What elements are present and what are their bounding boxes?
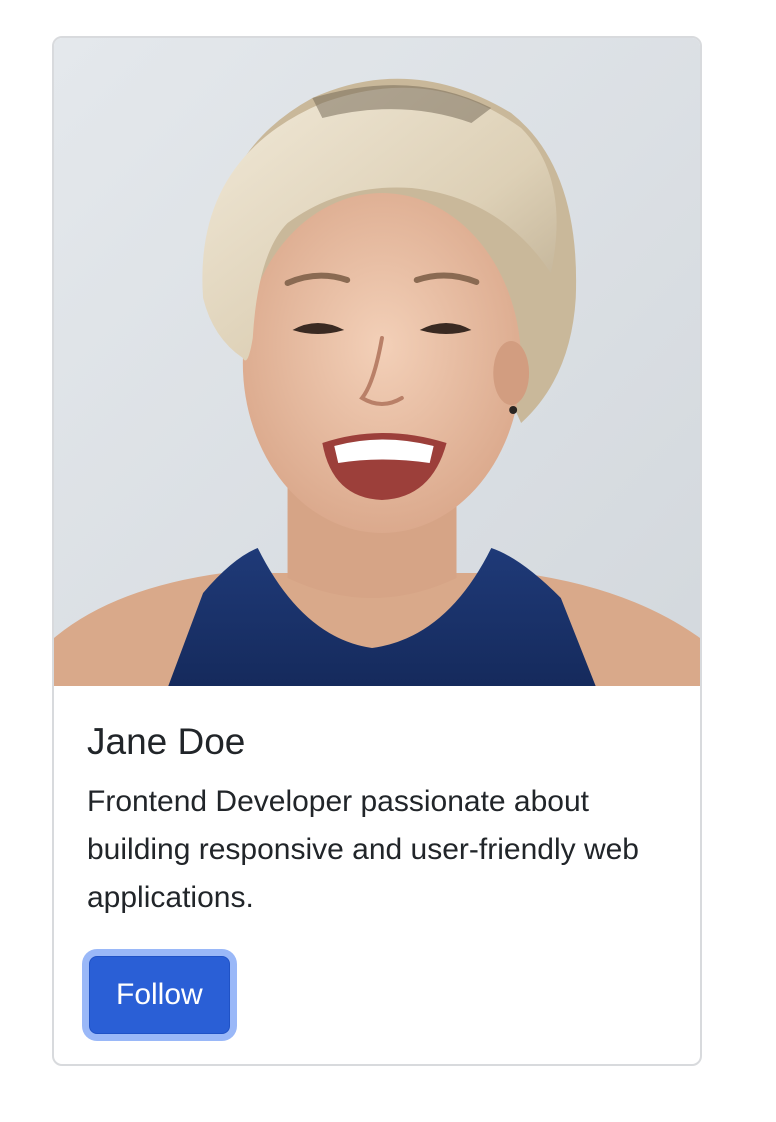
profile-photo [54,38,700,686]
profile-name: Jane Doe [87,721,246,762]
profile-card: Jane Doe Frontend Developer passionate a… [52,36,702,1066]
card-body: Jane Doe Frontend Developer passionate a… [54,686,700,1034]
follow-button[interactable]: Follow [89,956,230,1034]
profile-bio: Frontend Developer passionate about buil… [87,785,639,914]
